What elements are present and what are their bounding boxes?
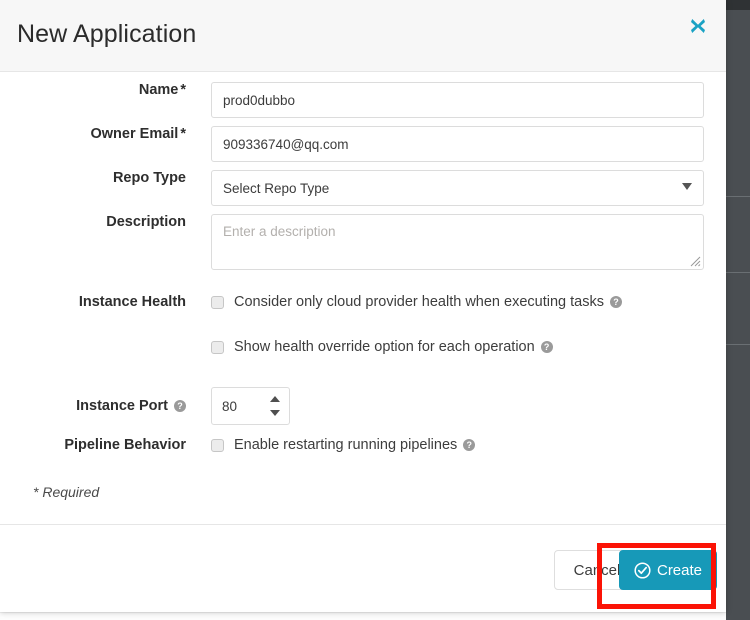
control-description bbox=[211, 214, 704, 270]
control-name bbox=[211, 82, 704, 118]
page-title: New Application bbox=[17, 20, 196, 49]
backdrop-divider bbox=[726, 344, 750, 345]
form-row-description: Description bbox=[0, 214, 726, 270]
modal-footer: Cancel Create bbox=[0, 524, 726, 611]
close-icon[interactable] bbox=[684, 12, 712, 40]
help-circle-icon[interactable]: ? bbox=[174, 400, 186, 412]
new-application-modal: New Application Name* Owner Email* bbox=[0, 0, 726, 612]
restart-pipelines-checkbox[interactable] bbox=[211, 439, 224, 452]
checkbox-row-cloud-provider-health[interactable]: Consider only cloud provider health when… bbox=[211, 294, 622, 310]
owner-email-input[interactable] bbox=[211, 126, 704, 162]
health-override-text: Show health override option for each ope… bbox=[234, 339, 535, 355]
help-circle-icon[interactable]: ? bbox=[463, 439, 475, 451]
create-button[interactable]: Create bbox=[619, 550, 717, 590]
required-star: * bbox=[180, 126, 186, 142]
label-owner-email: Owner Email* bbox=[0, 126, 186, 142]
description-textarea[interactable] bbox=[211, 214, 704, 270]
restart-pipelines-label: Enable restarting running pipelines? bbox=[234, 437, 475, 453]
repo-type-selected-value: Select Repo Type bbox=[223, 181, 329, 196]
restart-pipelines-text: Enable restarting running pipelines bbox=[234, 437, 457, 453]
label-instance-health: Instance Health bbox=[0, 294, 186, 310]
control-repo-type: Select Repo Type bbox=[211, 170, 704, 206]
control-pipeline-behavior: Enable restarting running pipelines? bbox=[211, 437, 475, 453]
label-owner-email-text: Owner Email bbox=[91, 126, 179, 142]
health-override-label: Show health override option for each ope… bbox=[234, 339, 553, 355]
form-row-instance-health: Instance Health Consider only cloud prov… bbox=[0, 294, 726, 310]
health-override-checkbox[interactable] bbox=[211, 341, 224, 354]
checkbox-row-health-override[interactable]: Show health override option for each ope… bbox=[211, 339, 553, 355]
cloud-provider-health-text: Consider only cloud provider health when… bbox=[234, 294, 604, 310]
repo-type-select[interactable]: Select Repo Type bbox=[211, 170, 704, 206]
cloud-provider-health-label: Consider only cloud provider health when… bbox=[234, 294, 622, 310]
form-row-name: Name* bbox=[0, 82, 726, 118]
label-instance-port: Instance Port? bbox=[0, 398, 186, 414]
instance-port-stepper[interactable] bbox=[270, 396, 281, 416]
form-row-instance-port: Instance Port? bbox=[0, 387, 726, 425]
label-description: Description bbox=[0, 214, 186, 230]
modal-backdrop bbox=[726, 0, 750, 620]
page-behind-bottom-strip bbox=[0, 612, 726, 620]
form-row-repo-type: Repo Type Select Repo Type bbox=[0, 170, 726, 206]
form-row-pipeline-behavior: Pipeline Behavior Enable restarting runn… bbox=[0, 437, 726, 453]
repo-type-select-wrap: Select Repo Type bbox=[211, 170, 704, 206]
description-wrap bbox=[211, 214, 704, 270]
required-note: * Required bbox=[33, 484, 99, 500]
label-repo-type: Repo Type bbox=[0, 170, 186, 186]
control-instance-health-1: Consider only cloud provider health when… bbox=[211, 294, 622, 310]
control-instance-health-2: Show health override option for each ope… bbox=[211, 339, 553, 355]
control-owner-email bbox=[211, 126, 704, 162]
stepper-up-icon[interactable] bbox=[270, 396, 280, 402]
form-row-owner-email: Owner Email* bbox=[0, 126, 726, 162]
backdrop-top-band bbox=[726, 0, 750, 10]
cloud-provider-health-checkbox[interactable] bbox=[211, 296, 224, 309]
label-pipeline-behavior: Pipeline Behavior bbox=[0, 437, 186, 453]
modal-body: Name* Owner Email* Repo Type Select Repo… bbox=[0, 72, 726, 524]
backdrop-divider bbox=[726, 196, 750, 197]
label-name-text: Name bbox=[139, 82, 179, 98]
create-button-label: Create bbox=[657, 562, 702, 579]
stepper-down-icon[interactable] bbox=[270, 410, 280, 416]
form-row-health-override: Show health override option for each ope… bbox=[0, 339, 726, 355]
backdrop-divider bbox=[726, 272, 750, 273]
required-star: * bbox=[180, 82, 186, 98]
help-circle-icon[interactable]: ? bbox=[610, 296, 622, 308]
modal-header: New Application bbox=[0, 0, 726, 72]
help-circle-icon[interactable]: ? bbox=[541, 341, 553, 353]
instance-port-wrap bbox=[211, 387, 290, 425]
name-input[interactable] bbox=[211, 82, 704, 118]
checkbox-row-restart-pipelines[interactable]: Enable restarting running pipelines? bbox=[211, 437, 475, 453]
control-instance-port bbox=[211, 387, 290, 425]
label-name: Name* bbox=[0, 82, 186, 98]
check-circle-icon bbox=[634, 562, 651, 579]
label-instance-port-text: Instance Port bbox=[76, 398, 168, 414]
